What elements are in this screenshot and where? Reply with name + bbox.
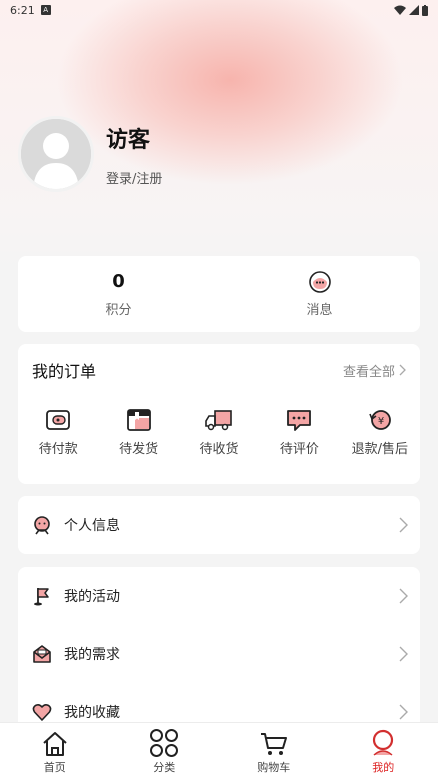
order-label: 待付款 xyxy=(38,442,78,457)
order-pending-shipment[interactable]: 待发货 xyxy=(98,408,178,457)
avatar[interactable] xyxy=(18,116,94,192)
chevron-right-icon xyxy=(399,588,408,604)
menu-item-personal-info[interactable]: 个人信息 xyxy=(18,496,420,554)
login-register-link[interactable]: 登录/注册 xyxy=(106,168,162,187)
battery-icon xyxy=(422,4,428,16)
menu-item-label: 我的收藏 xyxy=(64,705,120,721)
status-time: 6:21 xyxy=(10,3,35,17)
tab-cart[interactable]: 购物车 xyxy=(219,723,329,780)
user-profile[interactable]: 访客 登录/注册 xyxy=(18,116,162,192)
personal-info-card: 个人信息 xyxy=(18,496,420,554)
chevron-right-icon xyxy=(399,704,408,720)
points-value: 0 xyxy=(112,270,125,292)
bottom-tab-bar: 首页 分类 购物车 我的 xyxy=(0,722,438,780)
user-avatar-icon xyxy=(21,119,91,189)
home-icon xyxy=(43,732,67,756)
orders-title: 我的订单 xyxy=(32,362,97,381)
menu-item-label: 我的活动 xyxy=(64,589,120,605)
flag-icon xyxy=(34,588,49,606)
messages-label: 消息 xyxy=(306,302,333,318)
menu-item-my-requests[interactable]: 我的需求 xyxy=(18,625,420,683)
messages-stat[interactable]: 消息 xyxy=(219,256,420,332)
notification-icon: A xyxy=(40,5,51,15)
tab-category[interactable]: 分类 xyxy=(110,723,220,780)
chevron-right-icon xyxy=(399,517,408,533)
tab-profile[interactable]: 我的 xyxy=(329,723,438,780)
points-label: 积分 xyxy=(105,302,132,318)
message-icon xyxy=(308,270,331,293)
order-label: 待评价 xyxy=(279,442,319,457)
inbox-icon xyxy=(33,645,51,663)
profile-icon xyxy=(373,729,394,756)
username: 访客 xyxy=(106,127,151,153)
menu-group-card: 我的活动 我的需求 我的收藏 xyxy=(18,567,420,737)
person-icon xyxy=(34,516,50,535)
heart-icon xyxy=(32,703,52,721)
order-pending-receipt[interactable]: 待收货 xyxy=(179,408,259,457)
refund-icon: ¥ xyxy=(369,410,391,430)
svg-text:¥: ¥ xyxy=(378,416,384,427)
menu-item-my-activities[interactable]: 我的活动 xyxy=(18,567,420,625)
menu-item-label: 个人信息 xyxy=(64,518,120,534)
order-pending-review[interactable]: 待评价 xyxy=(259,408,339,457)
wifi-icon xyxy=(394,5,406,15)
tab-label: 分类 xyxy=(153,761,176,774)
tab-label: 我的 xyxy=(372,761,395,774)
status-bar: 6:21 A xyxy=(0,0,438,20)
stats-card: 0 积分 消息 xyxy=(18,256,420,332)
order-label: 待收货 xyxy=(199,442,239,457)
chevron-right-icon xyxy=(399,364,406,376)
view-all-orders-link[interactable]: 查看全部 xyxy=(343,361,406,380)
order-label: 待发货 xyxy=(119,442,159,457)
orders-card: 我的订单 查看全部 待付款 待发货 待收货 待评价 ¥ 退款/售后 xyxy=(18,344,420,484)
tab-home[interactable]: 首页 xyxy=(0,723,110,780)
signal-icon xyxy=(409,5,419,15)
package-icon xyxy=(126,409,151,431)
order-label: 退款/售后 xyxy=(351,442,409,457)
truck-icon xyxy=(205,410,232,431)
chat-icon xyxy=(287,410,312,431)
order-refund-after-sale[interactable]: ¥ 退款/售后 xyxy=(340,408,420,457)
cart-icon xyxy=(260,733,287,755)
tab-label: 首页 xyxy=(43,761,66,774)
category-icon xyxy=(150,729,179,757)
wallet-icon xyxy=(46,410,71,430)
points-stat[interactable]: 0 积分 xyxy=(18,256,219,332)
chevron-right-icon xyxy=(399,646,408,662)
order-pending-payment[interactable]: 待付款 xyxy=(18,408,98,457)
menu-item-label: 我的需求 xyxy=(64,647,120,663)
view-all-label: 查看全部 xyxy=(342,364,395,380)
tab-label: 购物车 xyxy=(257,761,291,774)
